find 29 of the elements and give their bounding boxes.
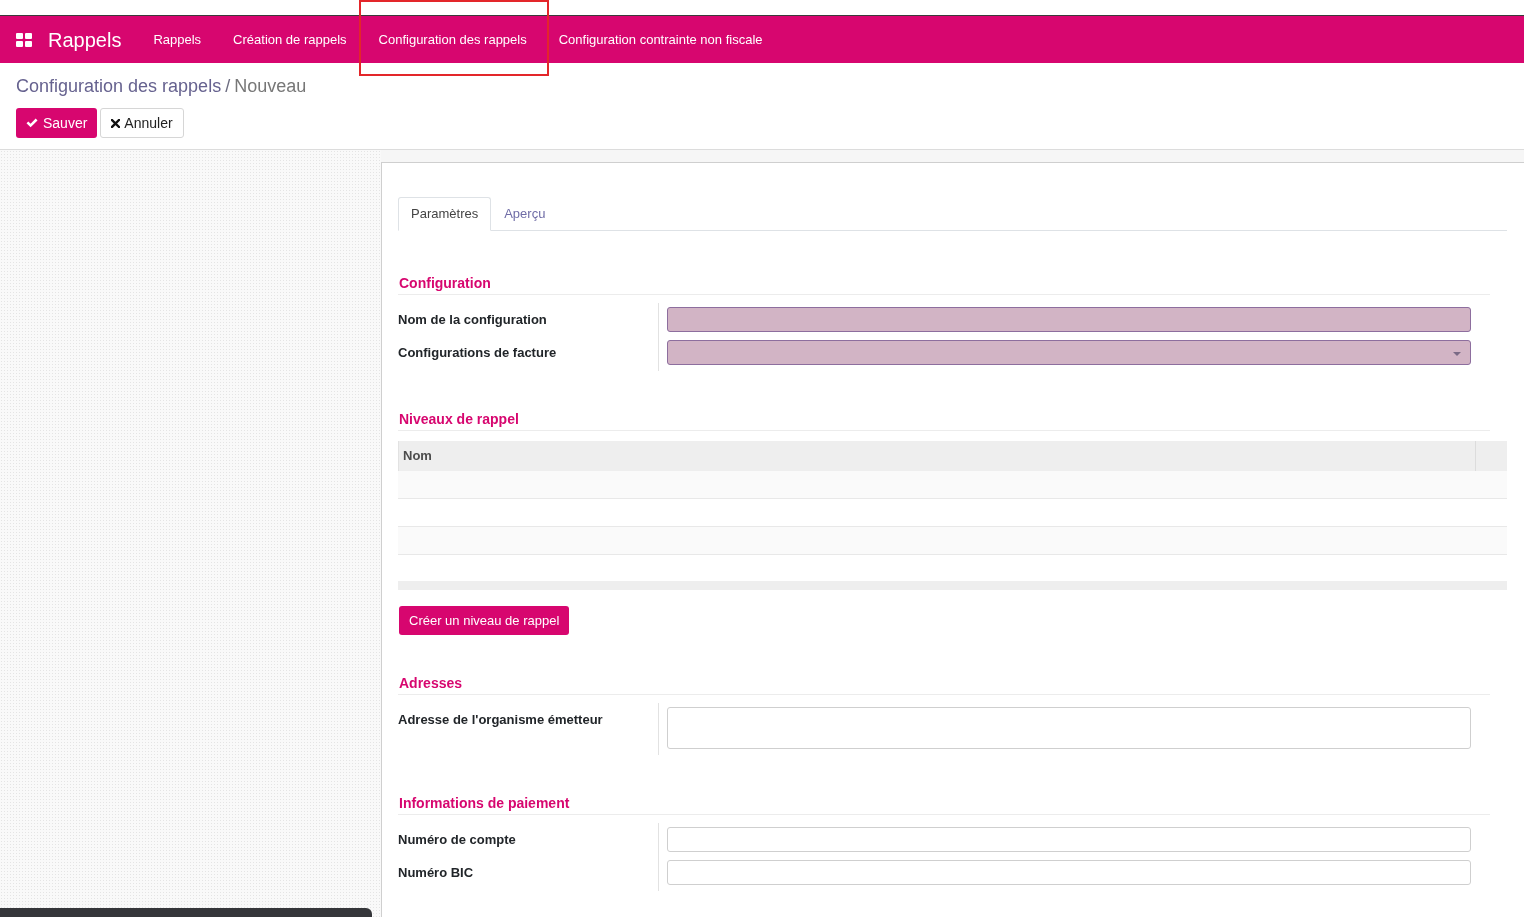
field-label: Nom de la configuration: [398, 312, 547, 327]
breadcrumb-current: Nouveau: [234, 75, 307, 98]
tab[interactable]: Aperçu: [491, 197, 559, 230]
field-label: Configurations de facture: [398, 345, 557, 360]
nav-menu-item[interactable]: Configuration des rappels: [362, 16, 543, 63]
section-heading: Configuration: [398, 273, 1490, 295]
section-heading: Adresses: [398, 673, 1490, 695]
nav-menu-item[interactable]: Configuration contrainte non fiscale: [542, 16, 779, 63]
nav-menu-item[interactable]: Rappels: [137, 16, 218, 63]
create-button[interactable]: Créer un niveau de rappel: [399, 606, 570, 635]
breadcrumb-separator: /: [225, 75, 231, 98]
field-label: Numéro de compte: [398, 832, 516, 847]
cancel-button[interactable]: Annuler: [100, 108, 184, 138]
caret-icon: [1453, 352, 1461, 356]
check-icon: [26, 118, 38, 128]
x-icon: [111, 118, 121, 128]
select-field[interactable]: [667, 340, 1471, 365]
text-input[interactable]: [667, 307, 1471, 332]
section-heading: Niveaux de rappel: [398, 409, 1490, 431]
textarea-field[interactable]: [667, 707, 1471, 749]
tab[interactable]: Paramètres: [398, 197, 492, 231]
save-button[interactable]: Sauver: [16, 108, 98, 138]
apps-grid-icon[interactable]: [16, 32, 32, 47]
section-heading: Informations de paiement: [398, 793, 1490, 815]
nav-menu-item[interactable]: Création de rappels: [217, 16, 363, 63]
field-label: Numéro BIC: [398, 865, 474, 880]
breadcrumb-link[interactable]: Configuration des rappels: [16, 74, 222, 98]
app-title: Rappels: [48, 27, 122, 53]
field-label: Adresse de l'organisme émetteur: [398, 712, 603, 727]
